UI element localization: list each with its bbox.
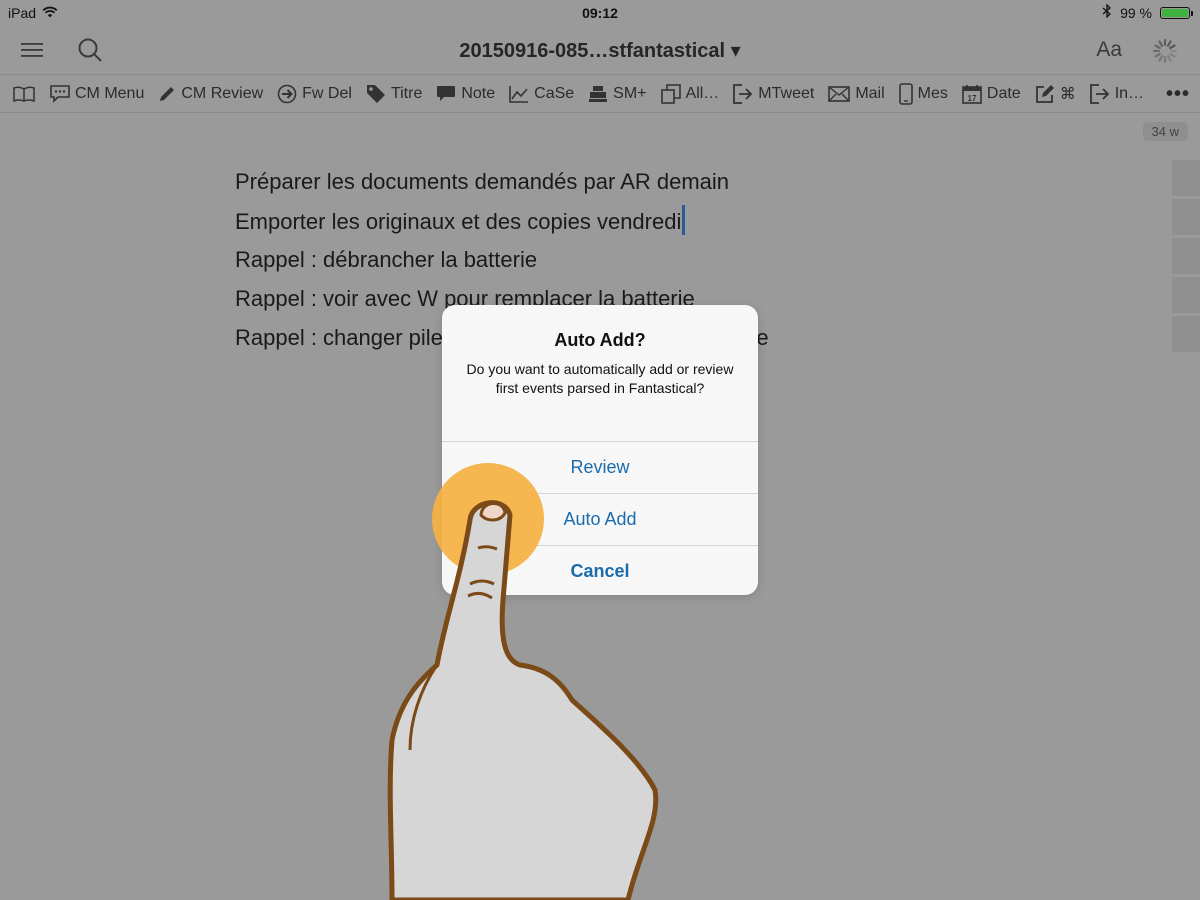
- toolbar-item-in[interactable]: In…: [1089, 83, 1145, 104]
- spinner-tick: [1166, 40, 1172, 47]
- side-tab[interactable]: [1172, 316, 1200, 352]
- font-settings-button[interactable]: Aa: [1096, 38, 1122, 62]
- toolbar-item-mes[interactable]: Mes: [898, 82, 948, 105]
- line-chart-icon: [509, 85, 529, 103]
- more-icon[interactable]: •••: [1166, 83, 1190, 106]
- toolbar-item-mtweet[interactable]: MTweet: [733, 83, 815, 104]
- toolbar-item-cm-menu[interactable]: CM Menu: [50, 85, 144, 103]
- side-tab[interactable]: [1172, 160, 1200, 196]
- toolbar-label: Mes: [917, 84, 948, 102]
- toolbar-label: In…: [1114, 84, 1145, 102]
- toolbar-item-all[interactable]: All…: [660, 83, 720, 104]
- toolbar-label: CM Review: [181, 84, 264, 102]
- spinner-tick: [1154, 44, 1161, 50]
- toolbar-label: MTweet: [758, 84, 815, 102]
- toolbar-label: Date: [986, 84, 1021, 102]
- toolbar-item-fw-del[interactable]: Fw Del: [277, 84, 352, 104]
- toolbar-item-sm-plus[interactable]: SM+: [588, 84, 647, 103]
- toolbar-item-titre[interactable]: Titre: [366, 84, 422, 104]
- phone-icon: [898, 82, 913, 105]
- toolbar: CM Menu CM Review Fw Del Titre Note CaSe…: [0, 75, 1200, 113]
- side-strip: [1172, 160, 1200, 355]
- bluetooth-icon: [1102, 3, 1112, 21]
- text-caret: [682, 205, 686, 235]
- arrow-circle-icon: [277, 84, 297, 103]
- review-button[interactable]: Review: [442, 441, 758, 493]
- svg-text:17: 17: [967, 94, 976, 103]
- spinner-tick: [1166, 55, 1172, 62]
- alert-message: Do you want to automatically add or revi…: [466, 361, 734, 396]
- toolbar-label: All…: [685, 84, 720, 102]
- toolbar-item-mail[interactable]: Mail: [828, 84, 885, 103]
- document-line: Préparer les documents demandés par AR d…: [235, 166, 1135, 205]
- status-bar: iPad 09:12 99 %: [0, 0, 1200, 26]
- toolbar-item-note[interactable]: Note: [436, 85, 495, 103]
- share-arrow-icon: [1089, 83, 1109, 104]
- cash-register-icon: [589, 85, 608, 102]
- side-tab[interactable]: [1172, 238, 1200, 274]
- toolbar-label: CM Menu: [75, 84, 145, 102]
- toolbar-label: Titre: [390, 84, 423, 102]
- status-right: 99 %: [1102, 3, 1193, 21]
- pencil-icon: [160, 86, 175, 101]
- side-tab[interactable]: [1172, 277, 1200, 313]
- line-text: Emporter les originaux et des copies ven…: [235, 209, 682, 234]
- toolbar-item-cm-review[interactable]: CM Review: [158, 85, 263, 103]
- knuckle-line: [408, 664, 439, 751]
- toolbar-label: CaSe: [534, 84, 575, 102]
- toolbar-item-cmd[interactable]: ⌘: [1035, 84, 1076, 104]
- copy-icon: [660, 83, 681, 104]
- tag-icon: [366, 84, 385, 103]
- status-time: 09:12: [582, 5, 618, 21]
- battery-percent: 99 %: [1120, 4, 1152, 21]
- spinner-tick: [1169, 52, 1176, 58]
- envelope-icon: [828, 85, 851, 102]
- line-text: Rappel : débrancher la batterie: [235, 247, 538, 272]
- battery-icon: [1160, 6, 1193, 19]
- toolbar-label: ⌘: [1059, 85, 1076, 103]
- toolbar-item-date[interactable]: 17 Date: [962, 84, 1021, 104]
- spinner-tick: [1158, 40, 1164, 47]
- chat-bubble-icon: [437, 85, 456, 101]
- document-line: Emporter les originaux et des copies ven…: [235, 205, 1135, 244]
- speech-bubble-icon: [50, 84, 70, 103]
- toolbar-label: SM+: [613, 84, 647, 102]
- cancel-button[interactable]: Cancel: [442, 545, 758, 595]
- alert-title: Auto Add?: [554, 330, 646, 350]
- toolbar-label: Note: [461, 84, 496, 102]
- spinner-tick: [1158, 55, 1164, 62]
- document-title[interactable]: 20150916-085…stfantastical ▾: [0, 38, 1200, 63]
- document-line: Rappel : débrancher la batterie: [235, 244, 1135, 283]
- book-icon[interactable]: [12, 85, 36, 103]
- word-count-badge[interactable]: 34 w: [1142, 122, 1188, 141]
- auto-add-alert: Auto Add? Do you want to automatically a…: [442, 305, 758, 595]
- loading-spinner-icon: [1152, 38, 1178, 64]
- edit-icon: [1035, 84, 1054, 103]
- share-arrow-icon: [733, 83, 753, 104]
- battery-fill: [1162, 8, 1188, 17]
- calendar-icon: 17: [962, 84, 982, 104]
- side-tab[interactable]: [1172, 199, 1200, 235]
- auto-add-button[interactable]: Auto Add: [442, 493, 758, 545]
- toolbar-label: Fw Del: [302, 84, 352, 102]
- nav-bar: 20150916-085…stfantastical ▾ Aa: [0, 26, 1200, 75]
- toolbar-label: Mail: [855, 84, 885, 102]
- spinner-tick: [1154, 52, 1161, 58]
- spinner-tick: [1169, 44, 1176, 50]
- line-text: Préparer les documents demandés par AR d…: [235, 169, 730, 194]
- line-text: Rappel : changer pile: [235, 325, 443, 350]
- toolbar-item-case[interactable]: CaSe: [509, 85, 574, 103]
